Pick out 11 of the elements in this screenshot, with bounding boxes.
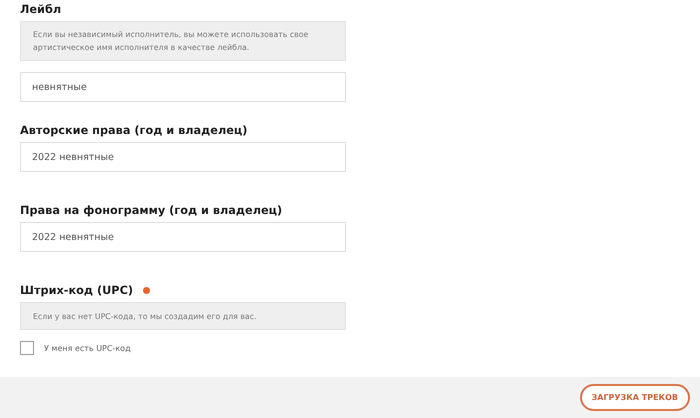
input-field[interactable]: 2022 невнятные (20, 222, 346, 252)
upload-tracks-button[interactable]: ЗАГРУЗКА ТРЕКОВ (580, 384, 690, 411)
help-icon[interactable] (143, 287, 150, 294)
checkbox-label: У меня есть UPC-код (44, 344, 131, 352)
section-title: Авторские права (год и владелец) (20, 124, 248, 137)
section-title: Права на фонограмму (год и владелец) (20, 204, 282, 217)
input-field[interactable]: 2022 невнятные (20, 142, 346, 172)
section-title: Штрих-код (UPC) (20, 284, 134, 297)
checkbox[interactable] (20, 341, 34, 355)
section-title: Лейбл (20, 3, 62, 16)
input-field[interactable]: невнятные (20, 72, 346, 102)
